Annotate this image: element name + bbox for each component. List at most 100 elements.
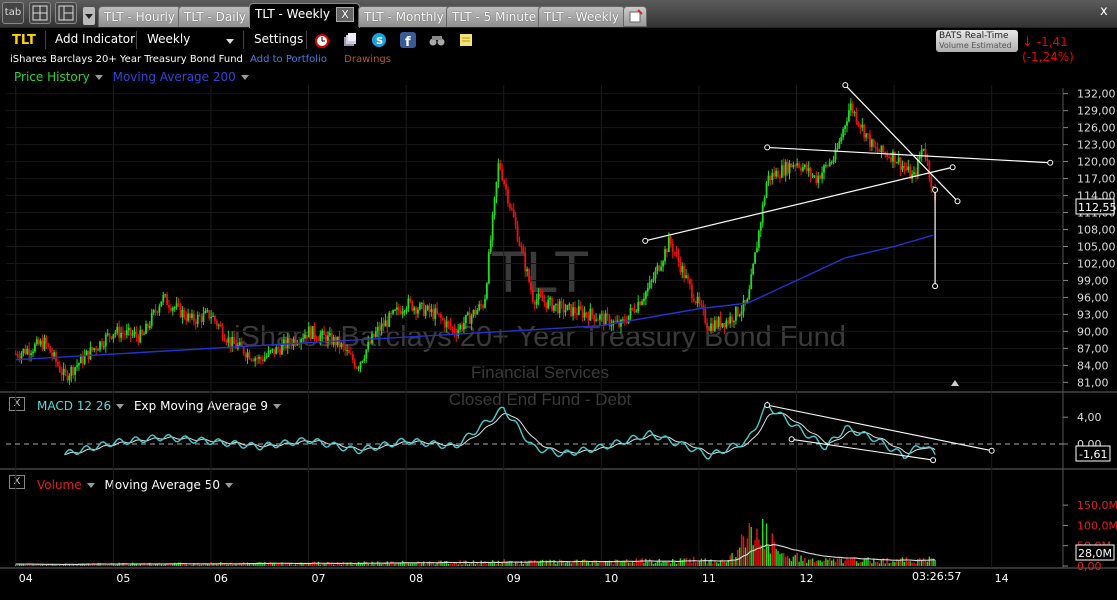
candle-body	[727, 320, 730, 324]
candle-body	[45, 337, 48, 344]
candle-body	[476, 309, 479, 315]
candle-body	[482, 305, 484, 308]
candle-body	[307, 326, 310, 338]
candle-body	[568, 304, 571, 306]
x-tick-label: 07	[312, 572, 326, 585]
candle-body	[30, 353, 32, 355]
candle-body	[798, 163, 800, 168]
candle-body	[767, 175, 770, 184]
price-tick-label: 105,00	[1077, 240, 1116, 253]
candle-body	[558, 301, 561, 314]
candle-body	[269, 350, 272, 352]
candle-body	[713, 320, 716, 331]
candle-body	[600, 314, 603, 316]
candle-body	[120, 332, 122, 338]
chart-canvas[interactable]: TLT iShares Barclays 20+ Year Treasury B…	[0, 0, 1117, 600]
macd-pane[interactable]	[6, 401, 1063, 464]
candle-body	[212, 315, 214, 317]
candle-body	[723, 323, 726, 328]
candle-body	[685, 275, 687, 279]
price-tick-label: 123,00	[1077, 139, 1116, 152]
price-tick-label: 129,00	[1077, 105, 1116, 118]
candle-body	[537, 293, 540, 300]
candle-body	[579, 306, 582, 310]
candle-body	[618, 320, 620, 327]
candle-body	[748, 289, 751, 300]
volume-tick-label: 150,0M	[1077, 499, 1117, 512]
candle-body	[583, 312, 586, 318]
candle-body	[233, 336, 235, 344]
candle-body	[503, 180, 506, 185]
x-tick-label: 08	[409, 572, 423, 585]
scroll-marker-icon[interactable]	[951, 380, 959, 386]
candle-body	[395, 307, 398, 310]
candle-body	[510, 207, 513, 210]
candle-body	[528, 269, 530, 282]
price-tick-label: 126,00	[1077, 122, 1116, 135]
candle-body	[545, 302, 548, 309]
candle-body	[248, 352, 251, 360]
candle-body	[351, 354, 354, 361]
candle-body	[486, 283, 488, 299]
candle-body	[620, 319, 622, 327]
trendline-handle	[932, 283, 939, 290]
candle-body	[74, 367, 77, 376]
trendline-handle	[930, 457, 937, 464]
candle-body	[826, 165, 829, 167]
volume-pane[interactable]	[15, 518, 936, 566]
candle-body	[853, 111, 856, 113]
x-tick-label: 10	[604, 572, 618, 585]
candle-body	[876, 147, 879, 152]
candle-body	[556, 303, 559, 314]
candle-body	[746, 299, 749, 303]
candle-body	[782, 165, 785, 176]
candle-body	[836, 148, 839, 150]
price-tick-label: 96,00	[1077, 291, 1109, 304]
candle-body	[221, 326, 224, 339]
candle-body	[752, 263, 755, 275]
candle-body	[342, 343, 345, 347]
candle-body	[122, 332, 124, 334]
candle-body	[740, 311, 743, 315]
candle-body	[738, 314, 741, 316]
candle-body	[428, 305, 431, 312]
trendline-handle	[764, 402, 771, 409]
candle-body	[717, 317, 720, 327]
candle-body	[229, 337, 232, 347]
candle-body	[654, 270, 657, 279]
candle-body	[518, 241, 521, 246]
trendline-handle	[954, 198, 961, 205]
candle-body	[918, 156, 921, 159]
candle-body	[721, 323, 724, 327]
candle-body	[817, 175, 820, 183]
candle-body	[585, 312, 588, 316]
candle-body	[148, 326, 151, 328]
candle-body	[418, 303, 421, 310]
candle-body	[553, 305, 555, 311]
candle-body	[497, 163, 500, 182]
time-label: 03:26:57	[912, 570, 961, 583]
candle-body	[656, 265, 659, 271]
candle-body	[181, 310, 184, 318]
candle-body	[169, 307, 172, 311]
candle-body	[838, 141, 841, 149]
candle-body	[39, 340, 42, 345]
candle-body	[382, 323, 385, 327]
candle-body	[790, 163, 793, 168]
candle-body	[101, 341, 103, 347]
candle-body	[275, 347, 278, 355]
candle-body	[453, 328, 456, 334]
candle-body	[683, 266, 686, 279]
price-tick-label: 108,00	[1077, 224, 1116, 237]
candle-body	[288, 337, 291, 344]
candle-body	[861, 124, 864, 128]
candle-body	[124, 333, 126, 335]
candle-body	[187, 313, 190, 321]
candle-body	[89, 347, 92, 360]
candle-body	[273, 348, 276, 355]
price-tick-label: 120,00	[1077, 156, 1116, 169]
candle-body	[440, 314, 442, 319]
candle-body	[156, 311, 159, 313]
candle-body	[20, 353, 23, 359]
candle-body	[576, 313, 578, 315]
